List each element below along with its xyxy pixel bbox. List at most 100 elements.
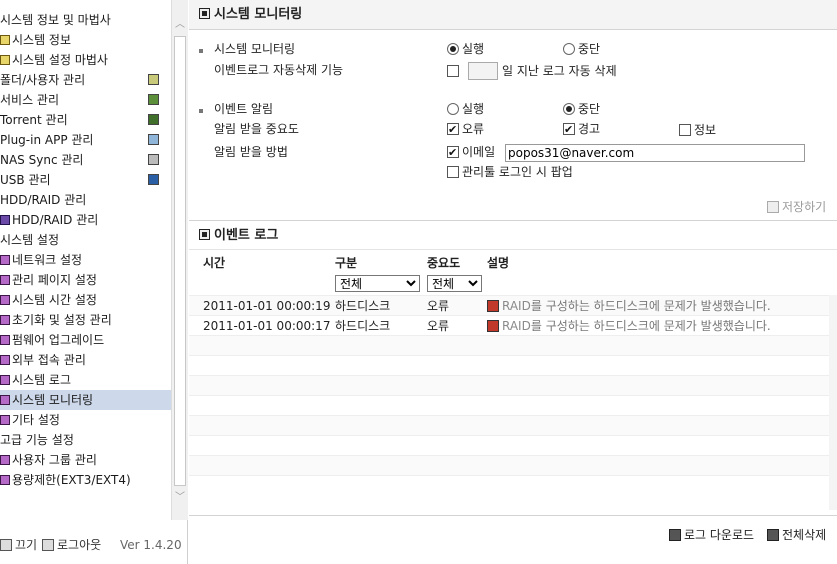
table-row[interactable]: 2011-01-01 00:00:19 하드디스크 오류 RAID를 구성하는 … [189,295,829,315]
tree-item-user-group[interactable]: 사용자 그룹 관리 [0,450,171,470]
tree-item-plugin[interactable]: Plug-in APP 관리 [0,130,171,150]
email-checkbox[interactable] [447,143,459,163]
page-title: 시스템 모니터링 [214,7,303,22]
importance-error-option[interactable]: 오류 [447,119,484,140]
column-header-time[interactable]: 시간 [203,254,225,271]
radio-button[interactable] [447,43,459,55]
monitoring-stop-radio[interactable]: 중단 [563,39,600,59]
column-header-description[interactable]: 설명 [487,254,509,271]
importance-warning-option[interactable]: 경고 [563,119,601,140]
sidebar-scrollbar[interactable]: ︿ ﹀ [171,0,188,520]
tree-group-advanced[interactable]: 고급 기능 설정 [0,430,171,450]
system-info-icon [0,35,10,45]
auto-delete-option[interactable]: 일 지난 로그 자동 삭제 [447,61,617,81]
column-header-severity[interactable]: 중요도 [427,254,460,271]
plugin-icon [148,134,159,145]
admin-popup-checkbox[interactable] [447,166,459,178]
tree-item-system-info[interactable]: 시스템 정보 [0,30,171,50]
description-text: 를 구성하는 하드디스크에 문제가 발생했습니다. [530,299,771,313]
delete-icon [767,529,779,541]
severity-filter-select[interactable]: 전체 [427,275,482,292]
settings-icon [0,415,10,425]
tree-label: 시스템 모니터링 [12,393,94,407]
section-icon [199,8,210,19]
radio-button[interactable] [563,103,575,115]
admin-popup-option[interactable]: 관리툴 로그인 시 팝업 [447,162,573,182]
system-monitoring-label: 시스템 모니터링 [214,42,296,56]
table-row-empty [189,455,829,475]
tree-item-reset[interactable]: 초기화 및 설정 관리 [0,310,171,330]
tree-item-system-log[interactable]: 시스템 로그 [0,370,171,390]
warning-checkbox[interactable] [563,120,575,140]
tree-item-network[interactable]: 네트워크 설정 [0,250,171,270]
settings-icon [0,315,10,325]
tree-label: USB 관리 [0,173,51,187]
error-checkbox[interactable] [447,120,459,140]
radio-label: 중단 [578,42,601,56]
radio-label: 실행 [462,42,485,56]
tree-item-service[interactable]: 서비스 관리 [0,90,171,110]
logout-label: 로그아웃 [57,538,102,552]
log-scrollbar[interactable] [829,295,837,510]
column-header-category[interactable]: 구분 [335,254,357,271]
alarm-stop-radio[interactable]: 중단 [563,99,600,119]
log-download-button[interactable]: 로그 다운로드 [669,526,754,544]
power-off-button[interactable]: 끄기 [0,536,37,554]
delete-all-label: 전체삭제 [782,528,827,542]
tree-group-hdd[interactable]: HDD/RAID 관리 [0,190,171,210]
monitoring-run-radio[interactable]: 실행 [447,39,484,59]
tree-item-usb[interactable]: USB 관리 [0,170,171,190]
tree-label: 시스템 시간 설정 [12,293,97,307]
radio-button[interactable] [563,43,575,55]
key-icon [42,539,54,551]
days-input[interactable] [468,62,498,80]
importance-info-option[interactable]: 정보 [679,120,716,140]
table-row-empty [189,355,829,375]
category-filter-select[interactable]: 전체 [335,275,420,292]
info-checkbox[interactable] [679,124,691,136]
cell-time: 2011-01-01 00:00:19 [203,299,331,313]
email-option[interactable]: 이메일 [447,142,495,163]
tree-item-system-time[interactable]: 시스템 시간 설정 [0,290,171,310]
auto-delete-checkbox[interactable] [447,65,459,77]
hdd-error-icon [487,320,499,332]
tree-item-firmware[interactable]: 펌웨어 업그레이드 [0,330,171,350]
nav-tree: 시스템 정보 및 마법사 시스템 정보 시스템 설정 마법사 폴더/사용자 관리… [0,10,171,490]
cell-category: 하드디스크 [335,319,391,333]
save-button[interactable]: 저장하기 [767,198,826,215]
event-log-footer: 로그 다운로드 전체삭제 [189,515,837,555]
tree-item-external-access[interactable]: 외부 접속 관리 [0,350,171,370]
email-field[interactable] [505,144,805,162]
scrollbar-thumb[interactable] [174,36,186,486]
tree-item-folder-user[interactable]: 폴더/사용자 관리 [0,70,171,90]
chevron-up-icon[interactable]: ︿ [172,16,188,34]
tree-item-torrent[interactable]: Torrent 관리 [0,110,171,130]
alarm-method-label: 알림 받을 방법 [214,145,288,159]
settings-icon [0,335,10,345]
tree-item-system-monitoring[interactable]: 시스템 모니터링 [0,390,171,410]
tree-label: 시스템 정보 [12,33,72,47]
download-icon [669,529,681,541]
table-row-empty [189,475,829,495]
tree-item-setup-wizard[interactable]: 시스템 설정 마법사 [0,50,171,70]
tree-group-system-settings[interactable]: 시스템 설정 [0,230,171,250]
tree-item-etc[interactable]: 기타 설정 [0,410,171,430]
tree-item-hdd-raid[interactable]: HDD/RAID 관리 [0,210,171,230]
tree-group-system-info[interactable]: 시스템 정보 및 마법사 [0,10,171,30]
logout-button[interactable]: 로그아웃 [42,536,101,554]
tree-item-admin-page[interactable]: 관리 페이지 설정 [0,270,171,290]
torrent-icon [148,114,159,125]
checkbox-label: 경고 [578,122,601,136]
tree-label: Plug-in APP 관리 [0,133,94,147]
alarm-run-radio[interactable]: 실행 [447,99,484,119]
days-suffix-label: 일 지난 로그 자동 삭제 [502,64,617,78]
chevron-down-icon[interactable]: ﹀ [172,489,188,507]
checkbox-label: 관리툴 로그인 시 팝업 [462,165,573,179]
tree-item-nas-sync[interactable]: NAS Sync 관리 [0,150,171,170]
radio-button[interactable] [447,103,459,115]
table-row[interactable]: 2011-01-01 00:00:17 하드디스크 오류 RAID를 구성하는 … [189,315,829,335]
tree-item-quota[interactable]: 용량제한(EXT3/EXT4) [0,470,171,490]
settings-icon [0,275,10,285]
tree-label: 고급 기능 설정 [0,433,74,447]
delete-all-button[interactable]: 전체삭제 [767,526,826,544]
